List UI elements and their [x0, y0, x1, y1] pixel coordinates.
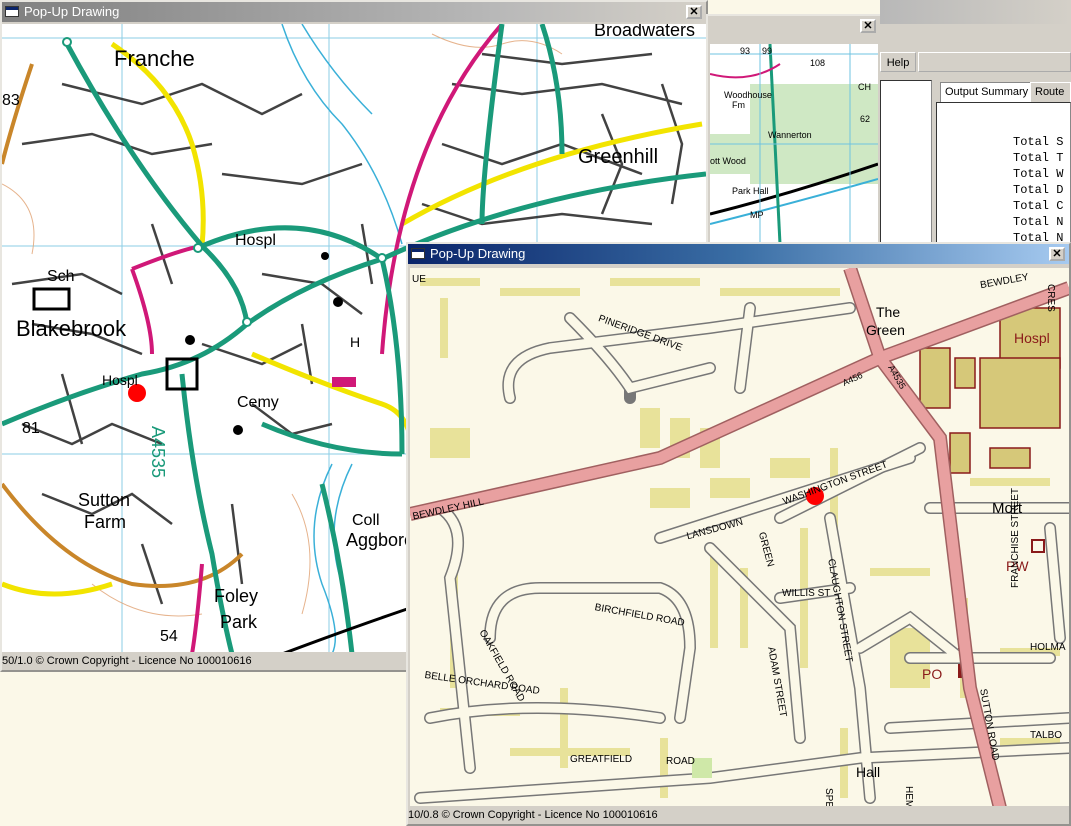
- thumbnail-map[interactable]: Woodhouse Fm Wannerton ott Wood Park Hal…: [710, 44, 878, 244]
- window-icon: [5, 6, 19, 17]
- title-bar-left[interactable]: Pop-Up Drawing ✕: [2, 2, 706, 22]
- label-ott-wood: ott Wood: [710, 156, 746, 166]
- label-park-hall: Park Hall: [732, 186, 769, 196]
- label-coll: Coll: [352, 512, 380, 529]
- label-hospl-west: Hospl: [102, 372, 138, 388]
- label-willis-st: WILLIS ST: [782, 588, 831, 599]
- window-title: Pop-Up Drawing: [24, 4, 120, 19]
- summary-line: Total C: [1013, 199, 1064, 213]
- title-bar-front[interactable]: Pop-Up Drawing ✕: [408, 244, 1069, 264]
- label-sch: Sch: [47, 268, 75, 285]
- label-hospl: Hospl: [1014, 330, 1050, 346]
- summary-line: Total T: [1013, 151, 1064, 165]
- label-franche: Franche: [114, 46, 195, 71]
- label-108: 108: [810, 58, 826, 68]
- thumbnail-map-canvas: [710, 44, 878, 244]
- label-cres: CRES: [1045, 284, 1056, 312]
- label-cemy: Cemy: [237, 394, 279, 411]
- label-po: PO: [922, 666, 943, 682]
- summary-line: Total W: [1013, 167, 1064, 181]
- close-button[interactable]: ✕: [1049, 247, 1065, 261]
- title-bar-middle[interactable]: ✕: [708, 16, 880, 36]
- label-the: The: [876, 304, 901, 320]
- label-wannerton: Wannerton: [768, 130, 812, 140]
- window-title: Pop-Up Drawing: [430, 246, 526, 261]
- pop-up-drawing-window-front: Pop-Up Drawing ✕ The Green Hospl BEWDLEY…: [406, 242, 1071, 826]
- label-62: 62: [860, 114, 871, 124]
- label-farm: Farm: [84, 512, 126, 532]
- label-81: 81: [22, 420, 40, 437]
- label-54: 54: [160, 628, 178, 645]
- background-map-window: ✕ Woodhouse Fm Wannerton ott Wood Park H…: [706, 14, 882, 244]
- tab-output-summary[interactable]: Output Summary: [940, 82, 1034, 102]
- label-spen: SPEN: [823, 788, 834, 808]
- label-mp: MP: [750, 210, 764, 220]
- label-aggborough: Aggboro: [346, 530, 415, 550]
- label-ch: CH: [858, 82, 871, 92]
- summary-text-area: Total S Total T Total W Total D Total C …: [936, 102, 1071, 246]
- label-sutton: Sutton: [78, 490, 131, 510]
- window-icon: [411, 248, 425, 259]
- app-right-panel: Help Output Summary Route S Total S Tota…: [880, 0, 1071, 246]
- summary-line: Total D: [1013, 183, 1064, 197]
- close-button-middle[interactable]: ✕: [860, 19, 876, 33]
- label-road: ROAD: [666, 756, 695, 767]
- label-93: 93: [740, 46, 751, 56]
- left-list-pane: [880, 80, 932, 246]
- label-a4535: A4535: [148, 426, 168, 479]
- label-hall: Hall: [856, 764, 881, 780]
- label-greenhill: Greenhill: [578, 146, 659, 168]
- street-map-viewport[interactable]: The Green Hospl BEWDLEY PINERIDGE DRIVE …: [410, 268, 1069, 808]
- status-bar-front: 10/0.8 © Crown Copyright - Licence No 10…: [408, 806, 1069, 824]
- label-blakebrook: Blakebrook: [16, 316, 127, 341]
- label-talbot: TALBO: [1030, 730, 1063, 741]
- street-map-canvas: [410, 268, 1069, 808]
- close-button[interactable]: ✕: [686, 5, 702, 19]
- label-broadwaters: Broadwaters: [594, 24, 696, 40]
- label-fm: Fm: [732, 100, 745, 110]
- tab-route[interactable]: Route S: [1030, 82, 1071, 116]
- app-title-strip: [880, 0, 1071, 24]
- label-holman: HOLMA: [1030, 642, 1066, 653]
- summary-line: Total S: [1013, 135, 1064, 149]
- label-ue: UE: [412, 274, 426, 285]
- label-hemm: HEMM: [903, 786, 914, 808]
- label-park: Park: [220, 612, 258, 632]
- label-83: 83: [2, 92, 20, 109]
- label-h: H: [350, 334, 361, 350]
- app-toolbar-strip: [918, 52, 1071, 72]
- label-foley: Foley: [214, 586, 259, 606]
- label-franchise-street: FRANCHISE STREET: [1010, 487, 1021, 588]
- label-green: Green: [866, 322, 905, 338]
- label-greatfield: GREATFIELD: [570, 754, 633, 765]
- help-menu-button[interactable]: Help: [880, 52, 916, 72]
- label-hospl-north: Hospl: [235, 232, 276, 249]
- label-woodhouse: Woodhouse: [724, 90, 772, 100]
- summary-line: Total N: [1013, 215, 1064, 229]
- label-99: 99: [762, 46, 773, 56]
